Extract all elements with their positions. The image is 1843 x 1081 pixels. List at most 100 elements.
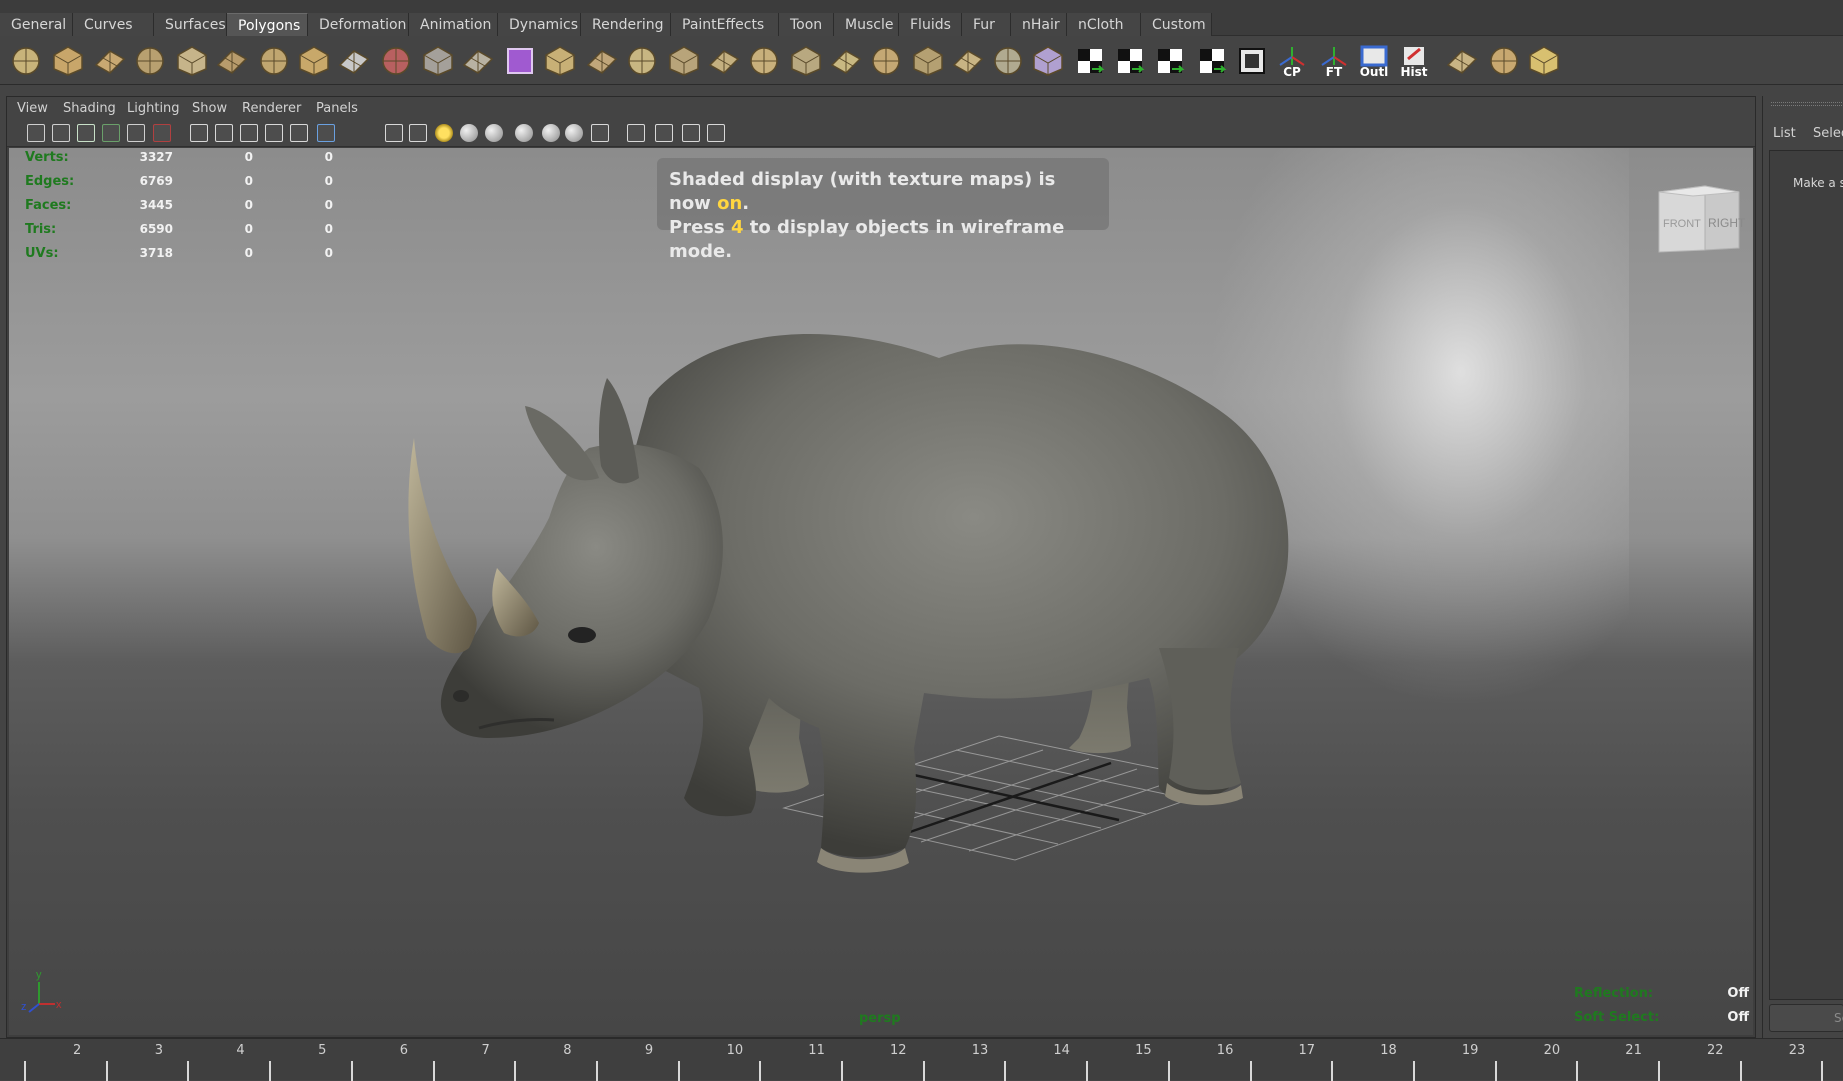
panel-menu-show[interactable]: Show [192,101,227,116]
cylindrical-map-icon[interactable] [1112,43,1148,79]
shelf-tab-nhair[interactable]: nHair [1011,13,1067,36]
planar-map-icon[interactable] [1072,43,1108,79]
timeline-frame-label: 10 [726,1043,744,1058]
shelf-tab-general[interactable]: General [0,13,73,36]
multisample-icon[interactable] [707,124,725,142]
rhino-eye [568,627,596,643]
camera-attributes-icon[interactable] [52,124,70,142]
shelf-tab-painteffects[interactable]: PaintEffects [671,13,779,36]
pipe-icon[interactable] [296,43,332,79]
freeze-transform-icon[interactable]: FT [1316,43,1352,79]
safe-action-icon[interactable] [215,124,233,142]
panel-menu-lighting[interactable]: Lighting [127,101,180,116]
frame-all-icon[interactable] [627,124,645,142]
bridge-icon[interactable] [788,43,824,79]
reduce-icon[interactable] [542,43,578,79]
bevel-icon[interactable] [706,43,742,79]
grid-toggle-icon[interactable] [127,124,145,142]
triangulate-icon[interactable] [624,43,660,79]
separate-icon[interactable] [420,43,456,79]
wedge-face-icon[interactable] [950,43,986,79]
timeline-tick [187,1061,190,1081]
shelf-tab-deformation[interactable]: Deformation [308,13,409,36]
safe-title-icon[interactable] [240,124,258,142]
plane-icon[interactable] [174,43,210,79]
sculpt-icon[interactable] [1030,43,1066,79]
field-chart-icon[interactable] [265,124,283,142]
shelf-tab-toon[interactable]: Toon [779,13,834,36]
extrude-icon[interactable] [746,43,782,79]
torus-icon[interactable] [214,43,250,79]
shelf-tab-custom[interactable]: Custom [1141,13,1212,36]
panel-menu-view[interactable]: View [17,101,48,116]
shelf-tab-surfaces[interactable]: Surfaces [154,13,227,36]
film-gate-icon[interactable] [153,124,171,142]
ambient-occlusion-icon[interactable] [485,124,503,142]
xray-components-icon[interactable] [565,124,583,142]
soccer-ball-icon[interactable] [336,43,372,79]
shelf-tab-dynamics[interactable]: Dynamics [498,13,581,36]
mirror-icon[interactable] [584,43,620,79]
panel-menu-renderer[interactable]: Renderer [242,101,301,116]
frame-selection-icon[interactable] [655,124,673,142]
split-polygon-icon[interactable] [868,43,904,79]
merge-icon[interactable] [1486,43,1522,79]
bookmark-icon[interactable] [77,124,95,142]
depth-peel-icon[interactable] [682,124,700,142]
camera-name-label: persp [859,1011,901,1026]
cylinder-icon[interactable] [92,43,128,79]
insert-edge-loop-icon[interactable] [910,43,946,79]
viewport-panel: View Shading Lighting Show Renderer Panels [6,96,1756,1038]
isolate-select-icon[interactable] [591,124,609,142]
outliner-icon[interactable]: Outl [1356,43,1392,79]
shelf-tab-polygons[interactable]: Polygons [227,13,308,36]
panel-menu-shading[interactable]: Shading [63,101,116,116]
shelf-tab-fur[interactable]: Fur [962,13,1011,36]
lights-icon[interactable] [435,124,453,142]
perspective-viewport[interactable]: Verts: 3327 0 0 Edges: 6769 0 0 Faces: 3445 0 0 Tris… [9,148,1753,1035]
spherical-map-icon[interactable] [1152,43,1188,79]
automatic-map-icon[interactable] [1194,43,1230,79]
uv-editor-icon[interactable] [1234,43,1270,79]
duplicate-face-icon[interactable] [1444,43,1480,79]
cube-icon[interactable] [50,43,86,79]
shelf-tab-ncloth[interactable]: nCloth [1067,13,1141,36]
rhino-model[interactable] [9,148,1753,1035]
select-camera-icon[interactable] [27,124,45,142]
delete-edge-icon[interactable] [1526,43,1562,79]
cone-icon[interactable] [132,43,168,79]
flat-shade-icon[interactable] [385,124,403,142]
shelf-tab-fluids[interactable]: Fluids [899,13,962,36]
smooth-icon[interactable] [502,43,538,79]
prism-icon[interactable] [256,43,292,79]
time-slider[interactable]: 2 3 4 5 6 7 8 9 10 11 12 13 14 15 16 17 18 19 20 21 22 23 [0,1038,1843,1081]
panel-grip[interactable] [1771,102,1843,106]
wireframe-icon[interactable] [290,124,308,142]
xray-icon[interactable] [515,124,533,142]
shelf-tab-animation[interactable]: Animation [409,13,498,36]
view-cube[interactable]: FRONT RIGHT [1653,180,1745,260]
append-polygon-icon[interactable] [828,43,864,79]
shelf-tab-curves[interactable]: Curves [73,13,154,36]
extract-icon[interactable] [460,43,496,79]
xray-joints-icon[interactable] [542,124,560,142]
quadrangulate-icon[interactable] [666,43,702,79]
sphere-icon[interactable] [8,43,44,79]
hud-label: Tris: [25,222,57,237]
shadows-icon[interactable] [460,124,478,142]
history-icon[interactable]: Hist [1396,43,1432,79]
textured-icon[interactable] [409,124,427,142]
side-panel-button[interactable]: Se [1769,1004,1843,1032]
panel-menu-panels[interactable]: Panels [316,101,358,116]
hud-value: 0 [324,222,333,236]
shelf-tab-rendering[interactable]: Rendering [581,13,671,36]
shelf-tab-muscle[interactable]: Muscle [834,13,899,36]
combine-icon[interactable] [378,43,414,79]
resolution-gate-icon[interactable] [190,124,208,142]
poke-face-icon[interactable] [990,43,1026,79]
image-plane-icon[interactable] [102,124,120,142]
center-pivot-icon[interactable]: CP [1274,43,1310,79]
side-menu-select[interactable]: Selec [1813,126,1843,141]
smooth-shade-icon[interactable] [317,124,335,142]
side-menu-list[interactable]: List [1773,126,1796,141]
